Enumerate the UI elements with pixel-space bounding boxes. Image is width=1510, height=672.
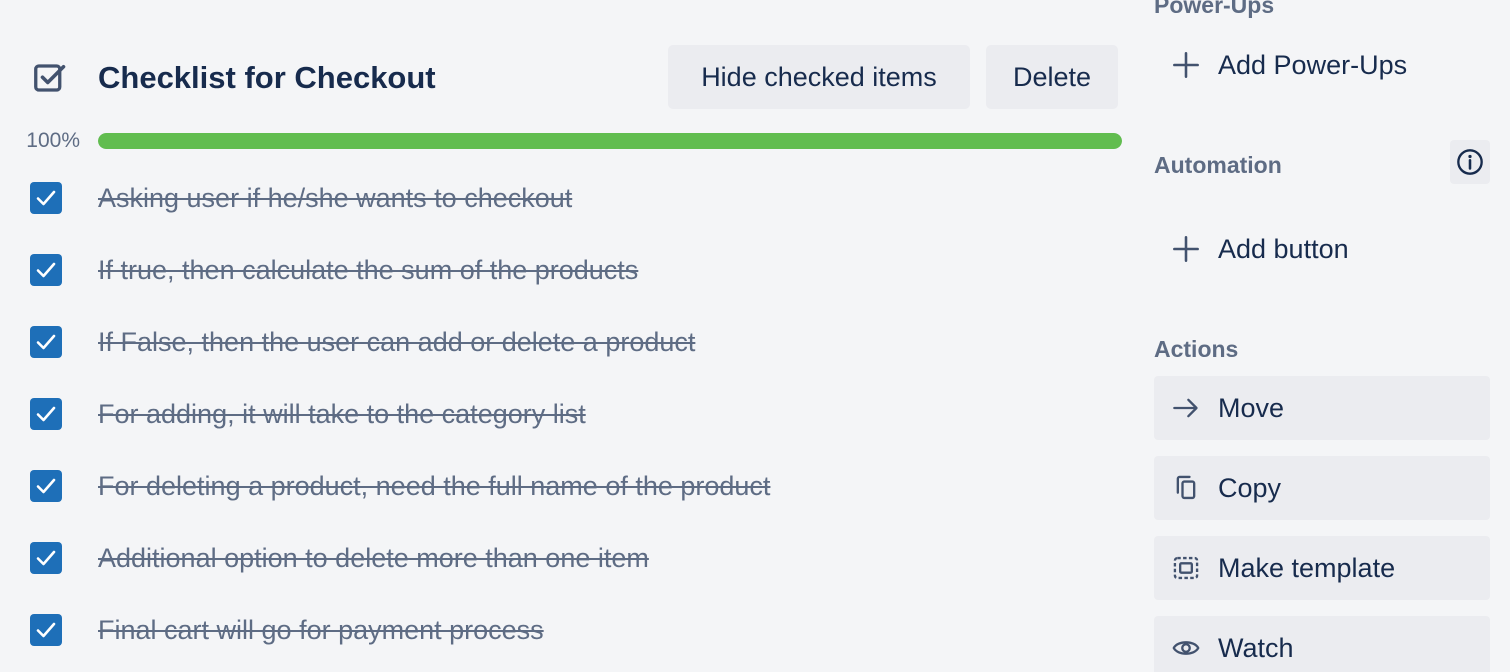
checklist-item[interactable]: If true, then calculate the sum of the p…	[0, 234, 1130, 306]
make-template-label: Make template	[1218, 553, 1396, 583]
progress-percentage: 100%	[26, 129, 80, 152]
checkbox-checked[interactable]	[30, 470, 62, 502]
copy-label: Copy	[1218, 473, 1282, 503]
copy-icon	[1176, 475, 1196, 500]
checklist-title[interactable]: Checklist for Checkout	[98, 56, 436, 100]
checklist-item-text[interactable]: Asking user if he/she wants to checkout	[98, 180, 572, 216]
checklist-item-text[interactable]: If true, then calculate the sum of the p…	[98, 252, 638, 288]
make-template-button[interactable]: Make template	[1154, 536, 1490, 600]
move-label: Move	[1218, 393, 1285, 423]
actions-heading: Actions	[1154, 336, 1239, 362]
eye-icon	[1172, 641, 1200, 655]
watch-button[interactable]: Watch	[1154, 616, 1490, 672]
checklist-item-text[interactable]: Final cart will go for payment process	[98, 612, 544, 648]
checkbox-checked[interactable]	[30, 614, 62, 646]
checkmark-icon	[36, 334, 56, 350]
checkbox-checked[interactable]	[30, 398, 62, 430]
checklist-item-text[interactable]: Additional option to delete more than on…	[98, 540, 649, 576]
hide-checked-items-button[interactable]: Hide checked items	[668, 45, 970, 109]
automation-info-button[interactable]	[1450, 140, 1490, 184]
checklist-icon	[34, 64, 66, 92]
card-detail-page: Checklist for Checkout Hide checked item…	[0, 0, 1510, 672]
add-powerups-label: Add Power-Ups	[1218, 50, 1408, 80]
move-button[interactable]: Move	[1154, 376, 1490, 440]
add-powerups-button[interactable]: Add Power-Ups	[1154, 34, 1490, 94]
watch-label: Watch	[1218, 633, 1294, 663]
progress-bar	[98, 133, 1122, 149]
template-icon	[1173, 556, 1199, 580]
checkmark-icon	[36, 478, 56, 494]
checkmark-icon	[36, 622, 56, 638]
checklist-section: Checklist for Checkout Hide checked item…	[0, 0, 1130, 672]
checklist-item[interactable]: For adding, it will take to the category…	[0, 378, 1130, 450]
plus-icon	[1173, 52, 1199, 78]
checkmark-icon	[36, 262, 56, 278]
checklist-item-text[interactable]: If False, then the user can add or delet…	[98, 324, 695, 360]
checklist-item-text[interactable]: For deleting a product, need the full na…	[98, 468, 770, 504]
checklist-item-text[interactable]: For adding, it will take to the category…	[98, 396, 586, 432]
checklist-item[interactable]: Asking user if he/she wants to checkout	[0, 162, 1130, 234]
automation-heading: Automation	[1154, 152, 1282, 178]
checkbox-checked[interactable]	[30, 254, 62, 286]
add-button-label: Add button	[1218, 234, 1349, 264]
arrow-right-icon	[1173, 398, 1198, 418]
checkbox-checked[interactable]	[30, 326, 62, 358]
plus-icon	[1173, 236, 1199, 262]
delete-checklist-button[interactable]: Delete	[986, 45, 1118, 109]
progress-bar-fill	[98, 133, 1122, 149]
add-automation-button[interactable]: Add button	[1154, 218, 1490, 278]
checkbox-checked[interactable]	[30, 182, 62, 214]
checklist-items: Asking user if he/she wants to checkout …	[0, 162, 1130, 666]
checkmark-icon	[36, 406, 56, 422]
powerups-heading: Power-Ups	[1154, 0, 1275, 18]
checklist-item[interactable]: Final cart will go for payment process	[0, 594, 1130, 666]
copy-button[interactable]: Copy	[1154, 456, 1490, 520]
checklist-item[interactable]: If False, then the user can add or delet…	[0, 306, 1130, 378]
checklist-item[interactable]: Additional option to delete more than on…	[0, 522, 1130, 594]
checkbox-checked[interactable]	[30, 542, 62, 574]
checklist-item[interactable]: For deleting a product, need the full na…	[0, 450, 1130, 522]
info-icon	[1457, 149, 1483, 175]
checkmark-icon	[36, 550, 56, 566]
checkmark-icon	[36, 190, 56, 206]
card-sidebar: Power-Ups Add Power-Ups Automation Add b…	[1154, 0, 1490, 672]
